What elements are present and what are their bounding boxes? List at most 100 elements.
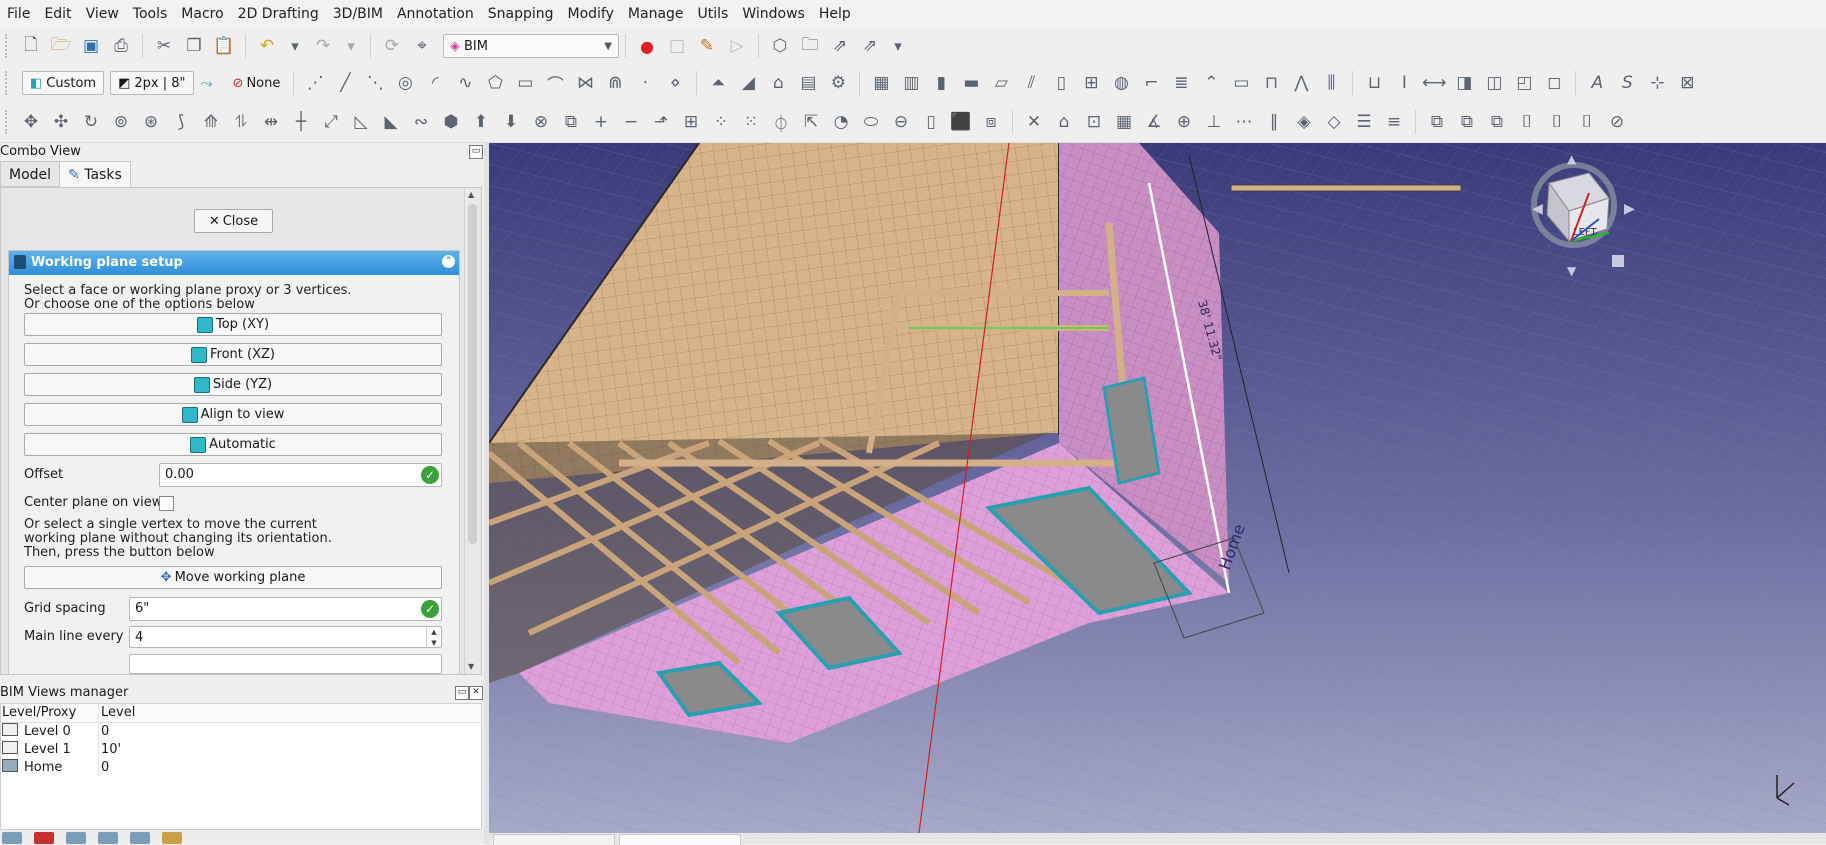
beam-icon[interactable]: ▬ [958,70,984,96]
align-to-view-button[interactable]: Align to view [24,403,442,426]
join-icon[interactable]: ⊛ [138,109,164,135]
trim-icon[interactable]: ⇹ [258,109,284,135]
extrude-icon[interactable]: ⬏ [648,109,674,135]
refresh-icon[interactable] [98,832,118,844]
slab-icon[interactable]: ◢ [735,70,761,96]
rotate-icon[interactable]: ↻ [78,109,104,135]
workbench-selector[interactable]: ◈ BIM ▼ [443,34,619,58]
close-button[interactable]: ✕ Close [194,209,273,233]
print-icon[interactable]: ⎙ [108,33,134,59]
arch-beam-icon[interactable]: ⏶ [705,70,731,96]
save-icon[interactable]: ▣ [78,33,104,59]
working-plane-header[interactable]: Working plane setup ⌃ [9,251,459,275]
redo-dropdown-icon[interactable]: ▾ [340,33,362,59]
panel-sheet-icon[interactable]: ▭ [1228,70,1254,96]
stop-macro-icon[interactable]: □ [664,33,690,59]
style-button[interactable]: ◧ Custom [22,71,105,95]
snap-ortho-icon[interactable]: ⊥ [1201,109,1227,135]
line-icon[interactable]: ╱ [332,70,358,96]
side-yz-button[interactable]: Side (YZ) [24,373,442,396]
axis-icon[interactable]: ⊹ [1644,70,1670,96]
ellipse-icon[interactable]: ⋒ [602,70,628,96]
menu-file[interactable]: File [0,0,37,28]
stretch-icon[interactable]: ⇱ [798,109,824,135]
view-front-icon[interactable]: ⧉ [1424,109,1450,135]
remove-icon[interactable]: − [618,109,644,135]
menu-2d-drafting[interactable]: 2D Drafting [231,0,326,28]
open-folder-icon[interactable]: 🗁 [48,33,74,59]
copy-icon[interactable]: ❐ [181,33,207,59]
toggle-icon[interactable] [130,832,150,844]
mirror-icon[interactable]: ⏀ [768,109,794,135]
fence-icon[interactable]: ⫼ [1318,70,1344,96]
line-width-button[interactable]: ◩ 2px | 8" [110,71,194,95]
offset-input[interactable]: 0.00 ✓ [159,463,442,487]
folder-icon[interactable] [162,832,182,844]
view-top-icon[interactable]: ⧉ [1454,109,1480,135]
door-icon[interactable]: ▯ [1048,70,1074,96]
slab-tool-icon[interactable]: ▱ [988,70,1014,96]
offset-icon[interactable]: ⊚ [108,109,134,135]
record-macro-icon[interactable]: ● [634,33,660,59]
building-icon[interactable]: ⌂ [765,70,791,96]
downgrade-icon[interactable]: ⥮ [228,109,254,135]
window-icon[interactable]: ⊞ [1078,70,1104,96]
group-icon[interactable]: 🗀 [797,33,823,59]
column-icon[interactable]: ▮ [928,70,954,96]
polygon-icon[interactable]: ⬠ [482,70,508,96]
menu-snapping[interactable]: Snapping [481,0,561,28]
shapestring-icon[interactable]: S [1614,70,1640,96]
cube-view-icon[interactable]: ⬛ [948,109,974,135]
curtain-wall-icon[interactable]: ▥ [898,70,924,96]
arrow-down-icon[interactable]: ⬇ [498,109,524,135]
proxy-icon[interactable] [66,832,86,844]
wall-icon[interactable]: ▦ [868,70,894,96]
scale-icon[interactable]: ⤢ [318,109,344,135]
snap-angle-icon[interactable]: ∡ [1141,109,1167,135]
box-icon[interactable]: ◰ [1511,70,1537,96]
point-icon[interactable]: · [632,70,658,96]
draft2sketch-icon[interactable]: ◺ [348,109,374,135]
extend-icon[interactable]: ┼ [288,109,314,135]
close-icon[interactable]: ✕ [469,686,483,700]
new-document-icon[interactable]: 🗋 [18,33,44,59]
bspline-icon[interactable]: ∿ [452,70,478,96]
level-icon[interactable] [2,832,22,844]
undock-icon[interactable]: ▭ [469,145,483,159]
front-xz-button[interactable]: Front (XZ) [24,343,442,366]
whats-this-icon[interactable]: ⌖ [409,33,435,59]
bezier-icon[interactable]: ⌒ [542,70,568,96]
material-icon[interactable]: ◨ [1451,70,1477,96]
move-working-plane-button[interactable]: ✥ Move working plane [24,566,442,589]
boolean-union-icon[interactable]: ⬭ [858,109,884,135]
center-plane-checkbox[interactable] [159,496,174,511]
nav-menu-icon[interactable] [1612,255,1624,267]
menu-view[interactable]: View [79,0,126,28]
table-row[interactable]: Level 0 0 [1,723,481,741]
view-left-icon[interactable]: ⌷ [1574,109,1600,135]
cut-plane-icon[interactable]: ⊗ [528,109,554,135]
circle-icon[interactable]: ◎ [392,70,418,96]
menu-utils[interactable]: Utils [691,0,736,28]
undo-dropdown-icon[interactable]: ▾ [284,33,306,59]
cut-icon[interactable]: ✂ [151,33,177,59]
menu-windows[interactable]: Windows [735,0,812,28]
main-line-spinbox[interactable]: 4 ▲ ▼ [129,626,442,649]
menu-modify[interactable]: Modify [561,0,621,28]
point-array-icon[interactable]: ⁙ [738,109,764,135]
move-icon[interactable]: ✥ [18,109,44,135]
menu-macro[interactable]: Macro [174,0,230,28]
document-tab-1[interactable] [493,834,615,845]
spin-arrows-icon[interactable]: ▲ ▼ [426,627,441,649]
nav-up-arrow-icon[interactable]: ▲ [1567,152,1577,166]
menu-annotation[interactable]: Annotation [390,0,481,28]
panel-icon[interactable]: ▤ [795,70,821,96]
tab-model[interactable]: Model [0,161,61,187]
scroll-up-icon[interactable]: ▲ [468,190,474,199]
rectangle-icon[interactable]: ▭ [512,70,538,96]
snap-grid-icon[interactable]: ▦ [1111,109,1137,135]
view-rear-icon[interactable]: ⌷ [1514,109,1540,135]
grid-spacing-input[interactable]: 6" ✓ [129,597,442,621]
paste-icon[interactable]: 📋 [211,33,237,59]
menu-manage[interactable]: Manage [621,0,691,28]
